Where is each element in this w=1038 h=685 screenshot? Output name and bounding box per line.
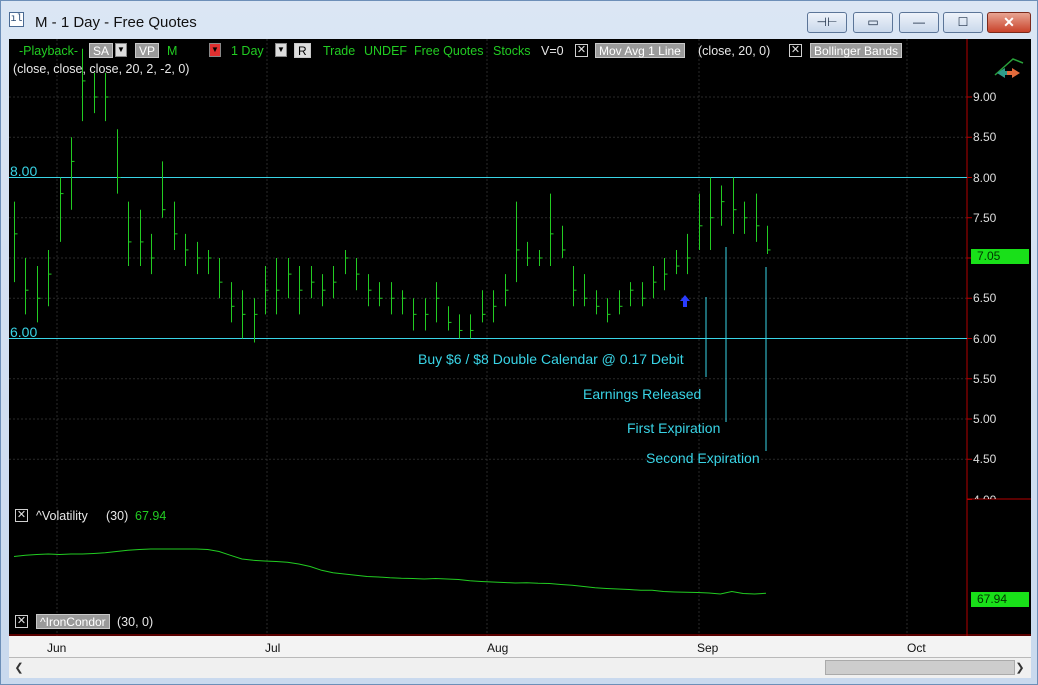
bollinger-button[interactable]: Bollinger Bands bbox=[810, 43, 903, 58]
price-label: 6.50 bbox=[973, 291, 997, 306]
price-label: 6.00 bbox=[973, 331, 997, 346]
price-label: 4.50 bbox=[973, 452, 997, 467]
x-label-jul: Jul bbox=[265, 641, 281, 655]
second-expiration-annotation: Second Expiration bbox=[646, 450, 760, 466]
upper-level-label: 8.00 bbox=[10, 163, 38, 179]
first-expiration-annotation: First Expiration bbox=[627, 420, 721, 436]
date-axis bbox=[9, 636, 1031, 657]
sa-button[interactable]: SA bbox=[89, 43, 114, 58]
chart-area[interactable]: -Playback- SA ▼ VP M ▼ 1 Day ▼ R Trade U… bbox=[9, 39, 1031, 657]
undef-label: UNDEF bbox=[364, 44, 408, 58]
maximize-button[interactable]: ☐ bbox=[943, 12, 983, 33]
pin-button[interactable]: ⊣⊢ bbox=[807, 12, 847, 33]
volatility-label[interactable]: ^Volatility bbox=[36, 509, 88, 523]
volatility-last-tag: 67.94 bbox=[971, 592, 1029, 607]
remove-volatility-icon[interactable]: ✕ bbox=[15, 509, 28, 522]
feed-label: Free Quotes bbox=[414, 44, 484, 58]
volatility-period: (30) bbox=[106, 509, 129, 523]
scroll-right-icon[interactable]: ❯ bbox=[1012, 660, 1028, 676]
vp-button[interactable]: VP bbox=[135, 43, 160, 58]
trade-label: Trade bbox=[323, 44, 356, 58]
earnings-annotation: Earnings Released bbox=[583, 386, 702, 402]
buy-arrow-icon bbox=[680, 295, 690, 307]
sa-dropdown-icon[interactable]: ▼ bbox=[115, 43, 127, 57]
title-bar[interactable]: ıl M - 1 Day - Free Quotes ⊣⊢ ▭ — ☐ ✕ bbox=[1, 1, 1037, 37]
price-chart-svg[interactable] bbox=[9, 39, 1031, 657]
price-label: 4.00 bbox=[973, 493, 1017, 499]
scroll-thumb[interactable] bbox=[825, 660, 1015, 675]
mov-avg-button[interactable]: Mov Avg 1 Line bbox=[595, 43, 685, 58]
remove-bb-icon[interactable]: ✕ bbox=[789, 44, 802, 57]
ironcondor-params: (30, 0) bbox=[117, 615, 154, 629]
last-price-tag: 7.05 bbox=[971, 249, 1029, 264]
minimize-button[interactable]: — bbox=[899, 12, 939, 33]
scroll-left-icon[interactable]: ❮ bbox=[11, 660, 27, 676]
x-label-sep: Sep bbox=[697, 641, 719, 655]
lower-level-label: 6.00 bbox=[10, 324, 38, 340]
price-label: 8.00 bbox=[973, 170, 997, 185]
chart-app-icon: ıl bbox=[9, 12, 24, 27]
r-button[interactable]: R bbox=[294, 43, 311, 58]
window-title: M - 1 Day - Free Quotes bbox=[35, 14, 197, 31]
playback-label[interactable]: -Playback- bbox=[19, 44, 78, 58]
symbol-label[interactable]: M bbox=[167, 44, 177, 58]
x-label-jun: Jun bbox=[47, 641, 67, 655]
close-button[interactable]: ✕ bbox=[987, 12, 1031, 33]
bollinger-params: (close, close, close, 20, 2, -2, 0) bbox=[13, 62, 190, 76]
volatility-line bbox=[13, 548, 767, 595]
application-window: ıl M - 1 Day - Free Quotes ⊣⊢ ▭ — ☐ ✕ -P… bbox=[0, 0, 1038, 685]
tile-button[interactable]: ▭ bbox=[853, 12, 893, 33]
color-dropdown-icon[interactable]: ▼ bbox=[209, 43, 221, 57]
price-label: 5.00 bbox=[973, 412, 997, 426]
volatility-value: 67.94 bbox=[135, 509, 167, 523]
remove-ma-icon[interactable]: ✕ bbox=[575, 44, 588, 57]
asset-label: Stocks bbox=[493, 44, 531, 58]
ironcondor-button[interactable]: ^IronCondor bbox=[36, 614, 110, 629]
arrow-right-icon bbox=[1007, 68, 1020, 78]
price-label: 7.50 bbox=[973, 210, 997, 225]
x-label-aug: Aug bbox=[487, 641, 509, 655]
remove-ironcondor-icon[interactable]: ✕ bbox=[15, 615, 28, 628]
interval-label[interactable]: 1 Day bbox=[231, 44, 264, 58]
trade-annotation: Buy $6 / $8 Double Calendar @ 0.17 Debit bbox=[418, 351, 684, 367]
x-label-oct: Oct bbox=[907, 641, 926, 655]
interval-dropdown-icon[interactable]: ▼ bbox=[275, 43, 287, 57]
price-label: 5.50 bbox=[973, 371, 997, 386]
price-label: 8.50 bbox=[973, 130, 997, 145]
horizontal-scrollbar[interactable]: ❮ ❯ bbox=[9, 657, 1031, 678]
price-label: 9.00 bbox=[973, 90, 997, 104]
volume-label: V=0 bbox=[541, 44, 564, 58]
mov-avg-params: (close, 20, 0) bbox=[698, 44, 771, 58]
